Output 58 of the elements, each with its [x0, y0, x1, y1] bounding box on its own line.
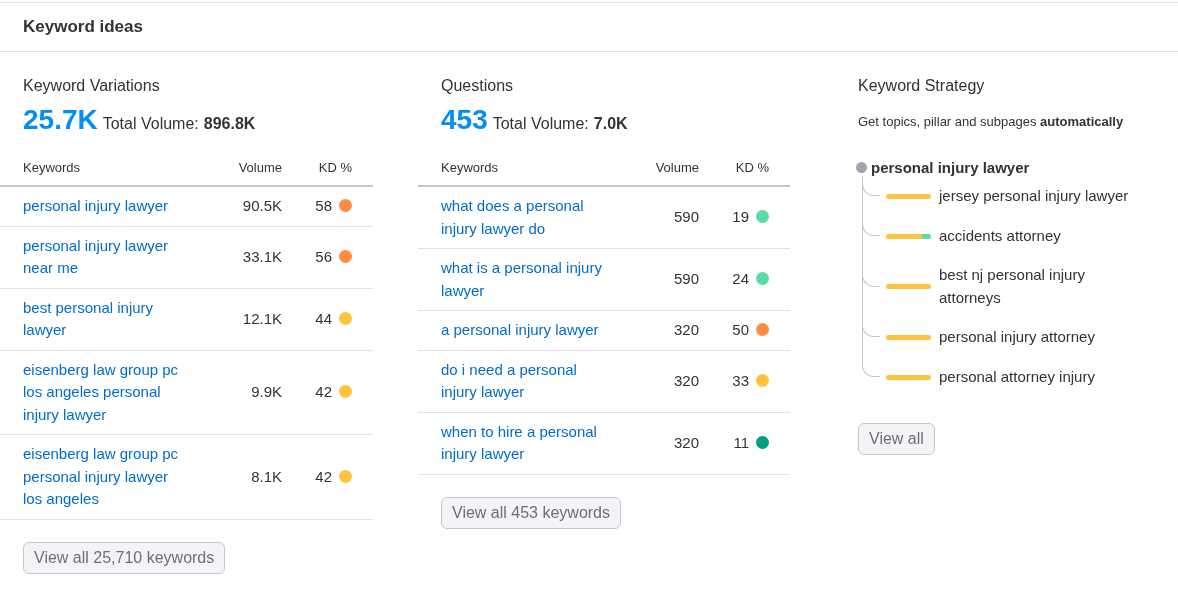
section-title: Keyword Variations — [23, 77, 161, 95]
view-all-button[interactable]: View all 25,710 keywords — [23, 541, 226, 574]
total-volume-value: 896.8K — [203, 115, 256, 133]
kd-value: 42 — [315, 383, 332, 400]
keyword-link[interactable]: do i need a personal injury lawyer — [441, 358, 613, 404]
volume-value: 33.1K — [242, 247, 282, 265]
kd-value: 56 — [315, 247, 332, 265]
total-volume-label: Total Volume: — [492, 115, 589, 133]
keyword-link[interactable]: what is a personal injury lawyer — [441, 257, 613, 302]
subtopic-label: jersey personal injury lawyer — [939, 185, 1130, 206]
volume-value: 9.9K — [251, 383, 282, 400]
column-header: KD % — [318, 160, 352, 175]
section-title: Keyword Strategy — [858, 77, 986, 95]
keyword-link[interactable]: best personal injury lawyer — [23, 296, 183, 342]
column-header: Volume — [238, 160, 282, 175]
volume-value: 8.1K — [251, 467, 282, 485]
kd-value: 42 — [315, 467, 332, 485]
keyword-link[interactable]: when to hire a personal injury lawyer — [441, 420, 613, 466]
volume-value: 90.5K — [242, 197, 282, 214]
kd-value: 58 — [315, 197, 332, 214]
kd-value: 33 — [732, 371, 749, 389]
kd-value: 19 — [732, 208, 749, 226]
tree-connector — [862, 357, 880, 377]
column-header: Keywords — [441, 160, 499, 175]
subtopic-label: best nj personal injury attorneys — [939, 265, 1086, 308]
keyword-count: 25.7K — [23, 104, 98, 136]
column-header: Volume — [655, 160, 699, 175]
keyword-count: 453 — [441, 104, 488, 136]
keyword-link[interactable]: personal injury lawyer — [23, 195, 183, 218]
kd-value: 44 — [315, 309, 332, 327]
root-node-icon — [856, 162, 867, 173]
column-header: Keywords — [23, 160, 81, 175]
volume-value: 590 — [673, 208, 699, 226]
keyword-link[interactable]: eisenberg law group pc los angeles personal injury lawyer — [23, 358, 183, 426]
volume-value: 320 — [673, 433, 699, 451]
total-volume-label: Total Volume: — [102, 115, 199, 133]
volume-value: 320 — [673, 321, 699, 338]
section-title: Questions — [441, 77, 515, 95]
keyword-link[interactable]: eisenberg law group pc personal injury lawyer los angeles — [23, 443, 183, 511]
card-title: Keyword ideas — [23, 17, 143, 37]
kd-value: 24 — [732, 270, 749, 288]
keyword-link[interactable]: a personal injury lawyer — [441, 319, 613, 342]
subtopic-label: personal attorney injury — [939, 366, 1096, 387]
kd-value: 50 — [732, 321, 749, 338]
root-topic: personal injury lawyer — [871, 159, 1030, 176]
column-header: KD % — [735, 160, 769, 175]
subtopic-label: accidents attorney — [939, 225, 1062, 246]
volume-value: 12.1K — [242, 309, 282, 327]
view-all-button[interactable]: View all 453 keywords — [441, 496, 621, 529]
subtopic-label: personal injury attorney — [939, 326, 1096, 347]
keyword-link[interactable]: what does a personal injury lawyer do — [441, 195, 613, 240]
kd-value: 11 — [733, 433, 749, 451]
total-volume-value: 7.0K — [593, 115, 628, 133]
volume-value: 590 — [673, 270, 699, 288]
section-subtitle: Get topics, pillar and subpages automatically — [858, 114, 1125, 129]
view-all-button[interactable]: View all — [858, 423, 935, 455]
keyword-link[interactable]: personal injury lawyer near me — [23, 234, 183, 280]
volume-value: 320 — [673, 371, 699, 389]
